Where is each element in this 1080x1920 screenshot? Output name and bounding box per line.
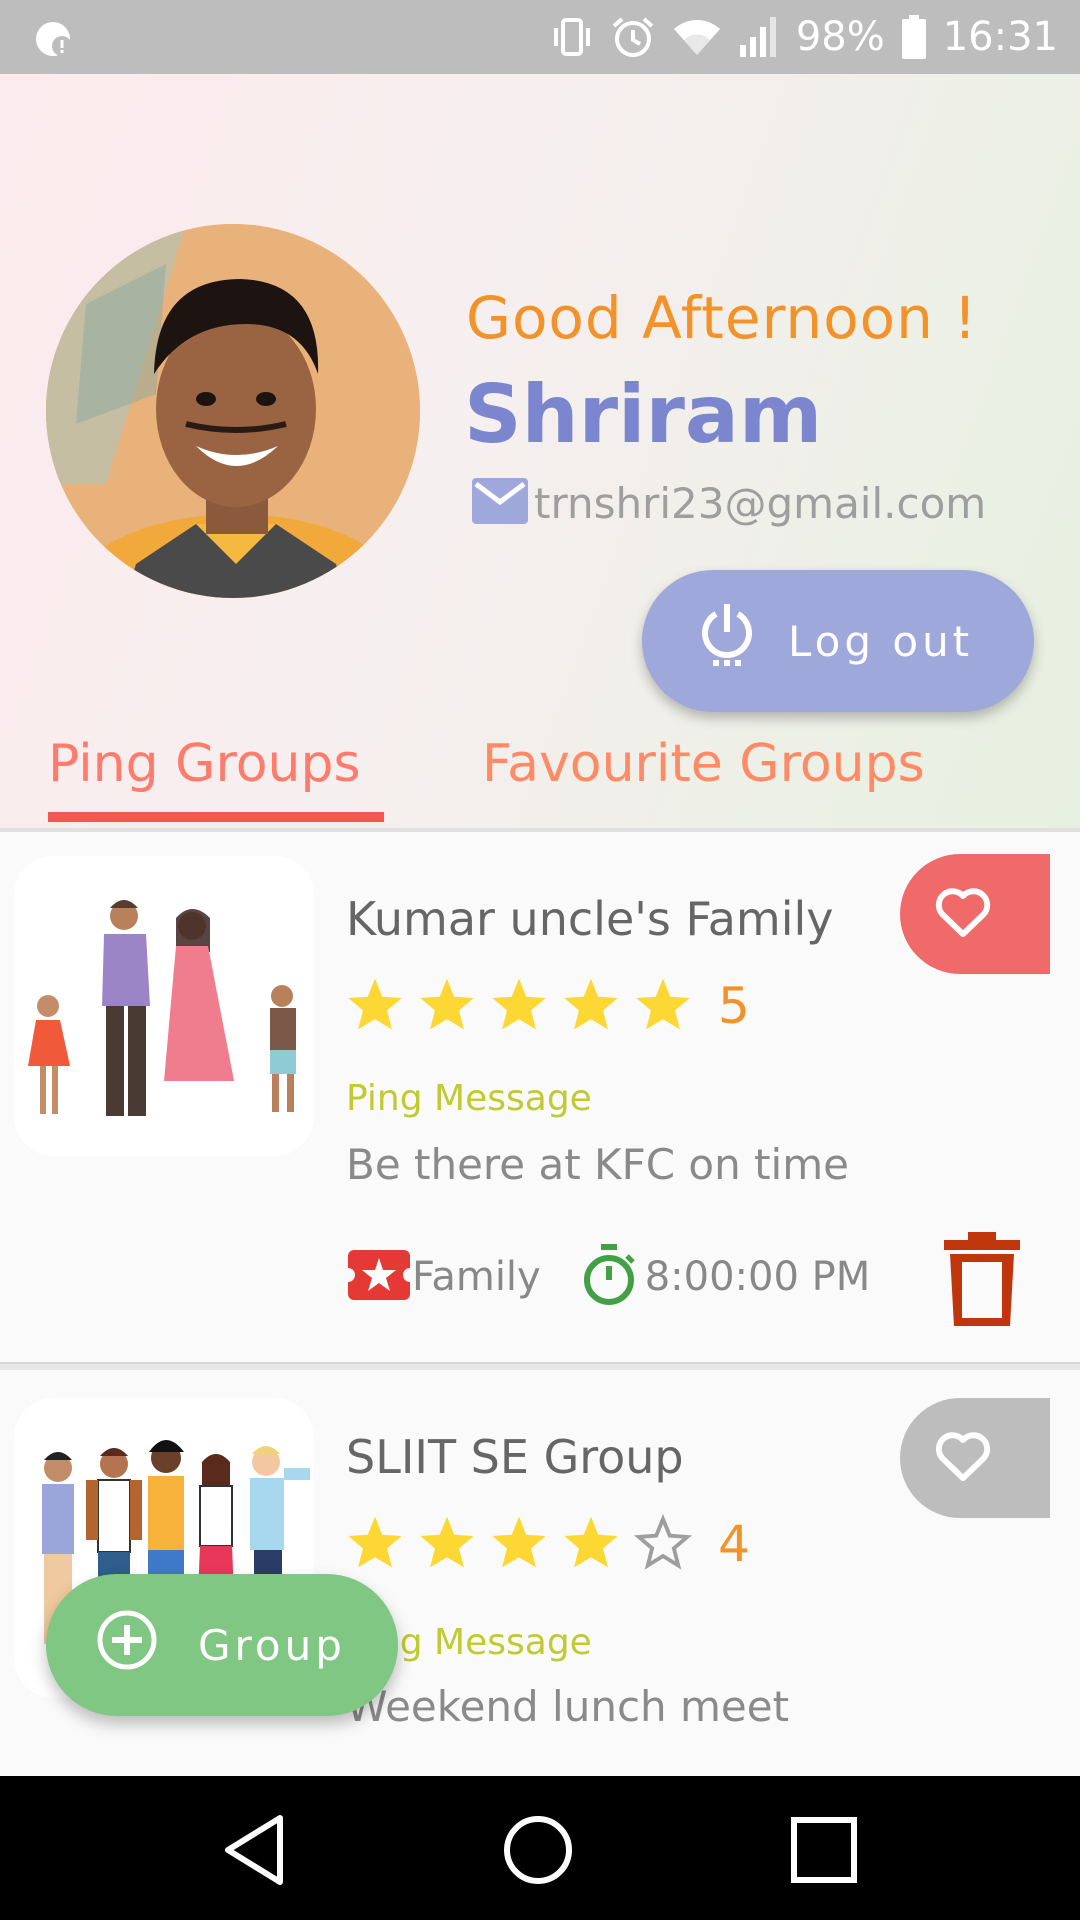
- add-group-label: Group: [198, 1620, 346, 1670]
- vibrate-icon: [550, 15, 594, 59]
- logout-button[interactable]: Log out: [642, 570, 1034, 712]
- group-meta: Family 8:00:00 PM: [341, 1244, 871, 1310]
- ping-message-text: Weekend lunch meet: [346, 1682, 790, 1731]
- star-icon: [418, 976, 476, 1036]
- star-outline-icon: [633, 1513, 693, 1574]
- rating-value: 4: [718, 1515, 750, 1573]
- ping-message-label: Ping Message: [346, 1078, 592, 1119]
- power-icon: [700, 604, 754, 678]
- star-icon: [490, 976, 548, 1036]
- favourite-button[interactable]: [900, 1398, 1050, 1518]
- group-image: [14, 856, 314, 1156]
- star-icon: [346, 1514, 404, 1574]
- user-name: Shriram: [464, 368, 823, 461]
- notification-icon: [34, 18, 76, 60]
- battery-icon: [901, 14, 927, 60]
- group-name: SLIIT SE Group: [346, 1430, 684, 1484]
- star-icon: [634, 976, 692, 1036]
- rating-stars: 4: [346, 1513, 750, 1574]
- wifi-icon: [672, 15, 722, 59]
- logout-label: Log out: [788, 616, 974, 666]
- delete-button[interactable]: [944, 1232, 1020, 1328]
- group-category: Family: [412, 1254, 541, 1300]
- add-group-button[interactable]: Group: [46, 1574, 398, 1716]
- rating-value: 5: [718, 977, 750, 1035]
- star-icon: [346, 976, 404, 1036]
- tab-favourite-groups[interactable]: Favourite Groups: [482, 734, 925, 794]
- alarm-icon: [610, 14, 656, 60]
- greeting-text: Good Afternoon !: [466, 284, 978, 352]
- rating-stars: 5: [346, 976, 750, 1036]
- timer-icon: [581, 1244, 637, 1310]
- star-icon: [490, 1514, 548, 1574]
- group-card[interactable]: Kumar uncle's Family 5 Ping Message Be t…: [0, 832, 1080, 1362]
- group-time: 8:00:00 PM: [644, 1254, 871, 1300]
- recents-icon[interactable]: [786, 1812, 862, 1888]
- mail-icon: [470, 476, 530, 530]
- star-icon: [562, 976, 620, 1036]
- active-tab-indicator: [48, 812, 384, 822]
- tab-bar: Ping Groups Favourite Groups: [0, 694, 1080, 828]
- heart-icon: [933, 885, 993, 943]
- home-icon[interactable]: [500, 1812, 576, 1888]
- back-icon[interactable]: [218, 1812, 294, 1888]
- group-name: Kumar uncle's Family: [346, 892, 834, 946]
- category-star-icon: [341, 1250, 417, 1304]
- trash-icon: [944, 1232, 1020, 1332]
- star-icon: [562, 1514, 620, 1574]
- profile-header: Good Afternoon ! Shriram trnshri23@gmail…: [0, 74, 1080, 828]
- app-root: 98% 16:31 Good Afternoon ! Shriram trnsh…: [0, 0, 1080, 1920]
- star-icon: [418, 1514, 476, 1574]
- ping-message-text: Be there at KFC on time: [346, 1140, 849, 1189]
- card-divider: [0, 1362, 1080, 1370]
- heart-icon: [933, 1429, 993, 1487]
- battery-percent: 98%: [795, 14, 885, 60]
- tab-ping-groups[interactable]: Ping Groups: [48, 734, 361, 794]
- status-bar: 98% 16:31: [0, 0, 1080, 74]
- email-text: trnshri23@gmail.com: [534, 478, 987, 528]
- plus-circle-icon: [96, 1609, 158, 1681]
- signal-icon: [738, 15, 780, 59]
- favourite-button[interactable]: [900, 854, 1050, 974]
- email-row: trnshri23@gmail.com: [470, 476, 986, 530]
- navigation-bar: [0, 1776, 1080, 1920]
- clock-time: 16:31: [942, 14, 1058, 60]
- avatar: [46, 224, 420, 598]
